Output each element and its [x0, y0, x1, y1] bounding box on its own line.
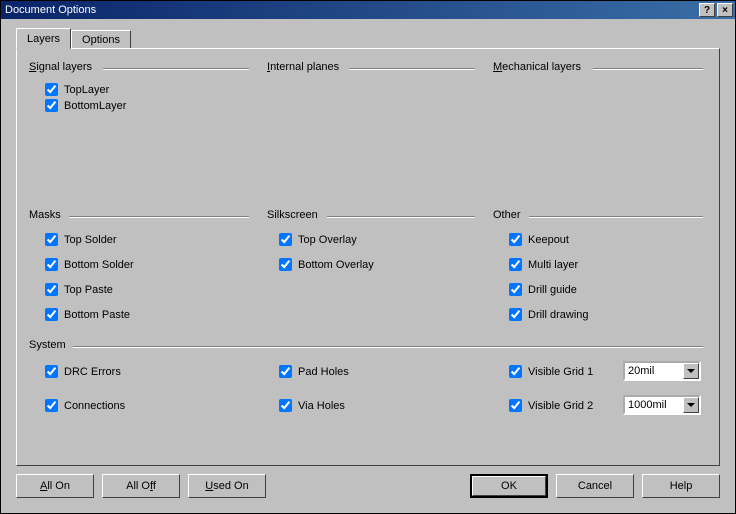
- checkbox-pad-holes[interactable]: Pad Holes: [279, 365, 349, 378]
- group-signal: SSignal layersignal layers: [29, 61, 249, 73]
- help-icon[interactable]: ?: [699, 3, 715, 17]
- checkbox-bottom-paste[interactable]: Bottom Paste: [45, 308, 130, 321]
- group-other: Other: [493, 209, 703, 221]
- window-title: Document Options: [5, 4, 96, 16]
- checkbox-via-holes[interactable]: Via Holes: [279, 399, 345, 412]
- checkbox-drill-drawing[interactable]: Drill drawing: [509, 308, 589, 321]
- button-group-left: All On All Off Used On: [16, 474, 266, 500]
- cancel-button[interactable]: Cancel: [556, 474, 634, 498]
- help-button[interactable]: Help: [642, 474, 720, 498]
- client-area: Layers Options SSignal layersignal layer…: [4, 22, 732, 510]
- used-on-button[interactable]: Used On: [188, 474, 266, 498]
- close-icon[interactable]: ×: [717, 3, 733, 17]
- checkbox-keepout[interactable]: Keepout: [509, 233, 569, 246]
- group-silkscreen: Silkscreen: [267, 209, 475, 221]
- group-system: System: [29, 339, 703, 351]
- checkbox-drc-errors[interactable]: DRC Errors: [45, 365, 121, 378]
- checkbox-connections[interactable]: Connections: [45, 399, 125, 412]
- tabstrip: Layers Options: [16, 30, 131, 49]
- checkbox-bottom-overlay[interactable]: Bottom Overlay: [279, 258, 374, 271]
- checkbox-bottomlayer[interactable]: BottomLayer: [45, 99, 126, 112]
- all-off-button[interactable]: All Off: [102, 474, 180, 498]
- group-mechanical: Mechanical layers: [493, 61, 703, 73]
- group-internal: Internal planes: [267, 61, 475, 73]
- dropdown-grid-1[interactable]: 20mil: [623, 361, 701, 381]
- titlebar: Document Options ? ×: [1, 1, 735, 19]
- chevron-down-icon[interactable]: [683, 397, 699, 413]
- all-on-button[interactable]: All On: [16, 474, 94, 498]
- checkbox-visible-grid-1[interactable]: Visible Grid 1: [509, 365, 593, 378]
- checkbox-bottomlayer-input[interactable]: [45, 99, 58, 112]
- checkbox-top-solder[interactable]: Top Solder: [45, 233, 117, 246]
- dialog-window: Document Options ? × Layers Options SSig…: [0, 0, 736, 514]
- checkbox-visible-grid-2[interactable]: Visible Grid 2: [509, 399, 593, 412]
- button-bar: All On All Off Used On OK Cancel Help: [16, 474, 720, 500]
- chevron-down-icon[interactable]: [683, 363, 699, 379]
- checkbox-toplayer[interactable]: TopLayer: [45, 83, 109, 96]
- group-masks: Masks: [29, 209, 249, 221]
- checkbox-bottom-solder[interactable]: Bottom Solder: [45, 258, 134, 271]
- button-group-right: OK Cancel Help: [470, 474, 720, 500]
- tab-layers[interactable]: Layers: [16, 28, 71, 49]
- ok-button[interactable]: OK: [470, 474, 548, 498]
- checkbox-top-overlay[interactable]: Top Overlay: [279, 233, 357, 246]
- checkbox-drill-guide[interactable]: Drill guide: [509, 283, 577, 296]
- checkbox-multilayer[interactable]: Multi layer: [509, 258, 578, 271]
- tab-options[interactable]: Options: [71, 30, 131, 49]
- checkbox-toplayer-input[interactable]: [45, 83, 58, 96]
- dropdown-grid-2[interactable]: 1000mil: [623, 395, 701, 415]
- checkbox-top-paste[interactable]: Top Paste: [45, 283, 113, 296]
- tab-panel-layers: SSignal layersignal layers Internal plan…: [16, 48, 720, 466]
- titlebar-buttons: ? ×: [699, 3, 735, 17]
